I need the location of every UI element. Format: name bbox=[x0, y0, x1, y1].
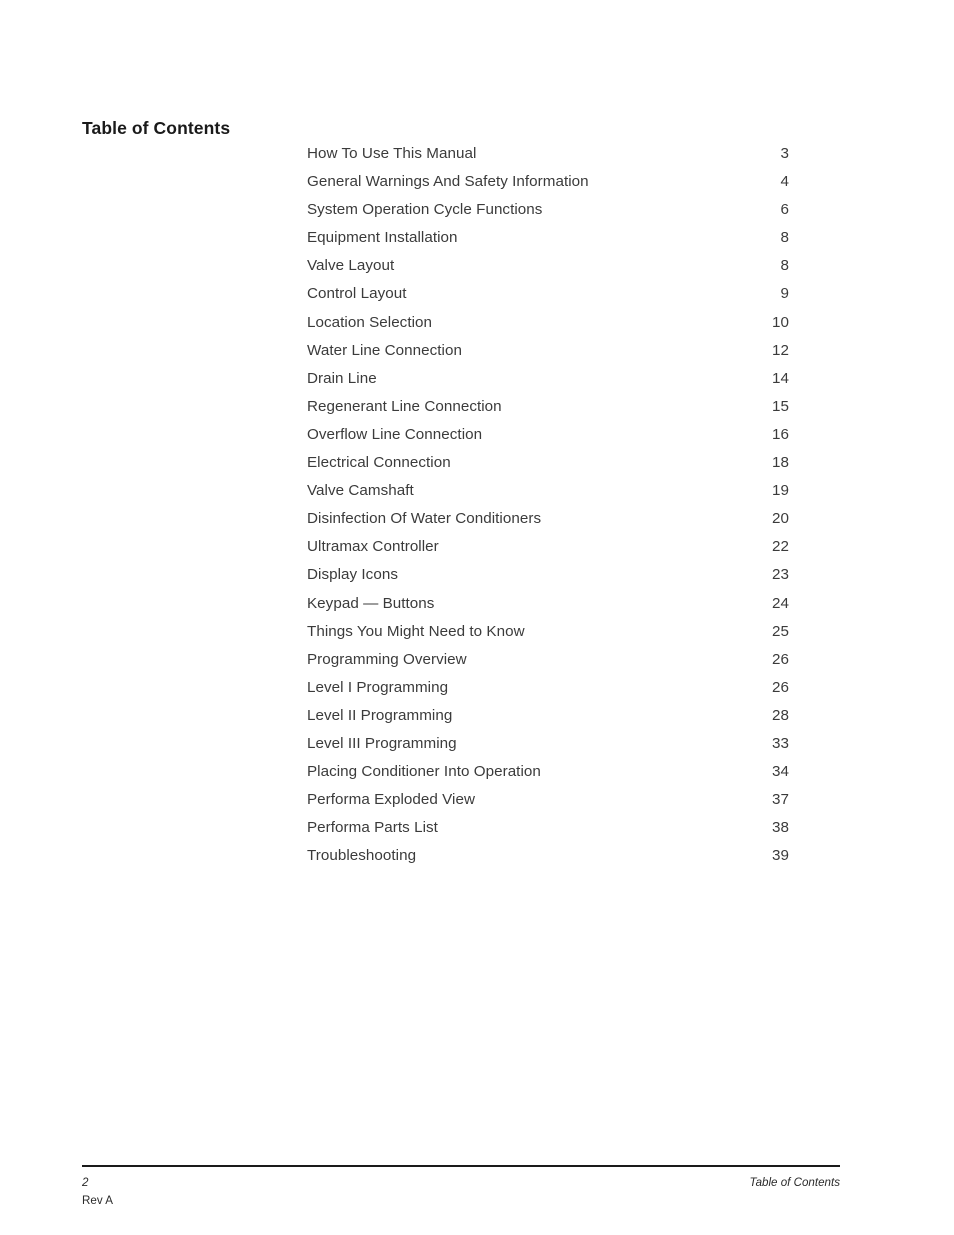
toc-entry-page-number: 23 bbox=[772, 566, 789, 584]
toc-entry-page-number: 39 bbox=[772, 847, 789, 865]
toc-entry-label: Equipment Installation bbox=[307, 229, 458, 247]
toc-entry[interactable]: Level II Programming 28 bbox=[307, 702, 789, 730]
toc-entry-page-number: 26 bbox=[772, 678, 789, 696]
toc-entry-page-number: 15 bbox=[772, 397, 789, 415]
toc-entry[interactable]: Overflow Line Connection 16 bbox=[307, 421, 789, 449]
toc-entry-page-number: 6 bbox=[780, 201, 789, 219]
toc-entry[interactable]: Troubleshooting 39 bbox=[307, 842, 789, 870]
footer-section-label: Table of Contents bbox=[749, 1176, 840, 1189]
toc-entry-page-number: 37 bbox=[772, 791, 789, 809]
toc-entry[interactable]: Water Line Connection 12 bbox=[307, 337, 789, 365]
toc-entry-page-number: 14 bbox=[772, 369, 789, 387]
toc-entry[interactable]: Equipment Installation 8 bbox=[307, 224, 789, 252]
toc-entry-label: General Warnings And Safety Information bbox=[307, 173, 589, 191]
toc-entry-page-number: 34 bbox=[772, 763, 789, 781]
document-page: Table of Contents How To Use This Manual… bbox=[0, 0, 954, 1235]
toc-entry[interactable]: Location Selection 10 bbox=[307, 309, 789, 337]
toc-entry-page-number: 8 bbox=[780, 229, 789, 247]
toc-entry[interactable]: Regenerant Line Connection 15 bbox=[307, 393, 789, 421]
toc-entry-label: Level I Programming bbox=[307, 678, 449, 696]
toc-entry-page-number: 26 bbox=[772, 650, 789, 668]
toc-entry[interactable]: General Warnings And Safety Information 4 bbox=[307, 168, 789, 196]
toc-entry[interactable]: Valve Camshaft 19 bbox=[307, 477, 789, 505]
toc-entry-label: Keypad — Buttons bbox=[307, 594, 435, 612]
toc-entry[interactable]: Level I Programming 26 bbox=[307, 674, 789, 702]
toc-entry[interactable]: Electrical Connection 18 bbox=[307, 449, 789, 477]
toc-entry-label: System Operation Cycle Functions bbox=[307, 201, 543, 219]
toc-entry-page-number: 33 bbox=[772, 734, 789, 752]
toc-entry-label: Location Selection bbox=[307, 313, 433, 331]
toc-entry-page-number: 10 bbox=[772, 313, 789, 331]
toc-entry[interactable]: Ultramax Controller 22 bbox=[307, 533, 789, 561]
toc-entry-page-number: 38 bbox=[772, 819, 789, 837]
toc-entry-page-number: 18 bbox=[772, 454, 789, 472]
toc-entry[interactable]: Placing Conditioner Into Operation 34 bbox=[307, 758, 789, 786]
toc-entry-label: Placing Conditioner Into Operation bbox=[307, 763, 541, 781]
toc-entry[interactable]: Programming Overview 26 bbox=[307, 646, 789, 674]
toc-entry-label: Valve Camshaft bbox=[307, 482, 414, 500]
toc-entry-page-number: 9 bbox=[780, 285, 789, 303]
toc-entry-label: Disinfection Of Water Conditioners bbox=[307, 510, 542, 528]
toc-entry-label: How To Use This Manual bbox=[307, 145, 477, 162]
toc-entry-page-number: 20 bbox=[772, 510, 789, 528]
toc-entry-label: Water Line Connection bbox=[307, 341, 462, 359]
toc-entry-label: Valve Layout bbox=[307, 257, 395, 275]
toc-entry-page-number: 24 bbox=[772, 594, 789, 612]
toc-entry[interactable]: Disinfection Of Water Conditioners 20 bbox=[307, 505, 789, 533]
footer-revision: Rev A bbox=[82, 1194, 113, 1207]
toc-entry-label: Overflow Line Connection bbox=[307, 425, 483, 443]
toc-entry[interactable]: How To Use This Manual 3 bbox=[307, 140, 789, 168]
toc-entry[interactable]: Things You Might Need to Know 25 bbox=[307, 618, 789, 646]
toc-entry[interactable]: Keypad — Buttons 24 bbox=[307, 590, 789, 618]
toc-entry-label: Display Icons bbox=[307, 566, 398, 584]
toc-entry[interactable]: Valve Layout 8 bbox=[307, 252, 789, 280]
toc-entry-label: Drain Line bbox=[307, 369, 377, 387]
toc-entry-label: Things You Might Need to Know bbox=[307, 622, 525, 640]
toc-entry-label: Troubleshooting bbox=[307, 847, 417, 865]
toc-entry[interactable]: Control Layout 9 bbox=[307, 280, 789, 308]
toc-entry-label: Control Layout bbox=[307, 285, 407, 303]
toc-entry-label: Regenerant Line Connection bbox=[307, 397, 502, 415]
footer-page-number: 2 bbox=[82, 1176, 89, 1189]
page-title: Table of Contents bbox=[82, 117, 231, 138]
toc-entry-label: Level II Programming bbox=[307, 706, 453, 724]
toc-entry[interactable]: Performa Parts List 38 bbox=[307, 814, 789, 842]
footer-divider bbox=[82, 1165, 840, 1167]
toc-entry-page-number: 4 bbox=[780, 173, 789, 191]
toc-entry-page-number: 8 bbox=[780, 257, 789, 275]
toc-entry[interactable]: System Operation Cycle Functions 6 bbox=[307, 196, 789, 224]
toc-entry-label: Ultramax Controller bbox=[307, 538, 439, 556]
footer-left: 2 Rev A bbox=[82, 1174, 113, 1210]
toc-entry-page-number: 16 bbox=[772, 425, 789, 443]
toc-entry-label: Programming Overview bbox=[307, 650, 467, 668]
toc-entry-label: Level III Programming bbox=[307, 734, 457, 752]
toc-entry-label: Performa Parts List bbox=[307, 819, 438, 837]
toc-entry-page-number: 19 bbox=[772, 482, 789, 500]
toc-entry-label: Performa Exploded View bbox=[307, 791, 475, 809]
toc-entry-page-number: 25 bbox=[772, 622, 789, 640]
toc-entry[interactable]: Performa Exploded View 37 bbox=[307, 786, 789, 814]
toc-entry-page-number: 3 bbox=[780, 145, 789, 162]
toc-entry-page-number: 12 bbox=[772, 341, 789, 359]
toc-entry[interactable]: Drain Line 14 bbox=[307, 365, 789, 393]
toc-entry-page-number: 28 bbox=[772, 706, 789, 724]
toc-entry-label: Electrical Connection bbox=[307, 454, 451, 472]
toc-entry[interactable]: Level III Programming 33 bbox=[307, 730, 789, 758]
toc-entry-page-number: 22 bbox=[772, 538, 789, 556]
table-of-contents-list: How To Use This Manual 3 General Warnings … bbox=[307, 140, 789, 870]
toc-entry[interactable]: Display Icons 23 bbox=[307, 561, 789, 589]
